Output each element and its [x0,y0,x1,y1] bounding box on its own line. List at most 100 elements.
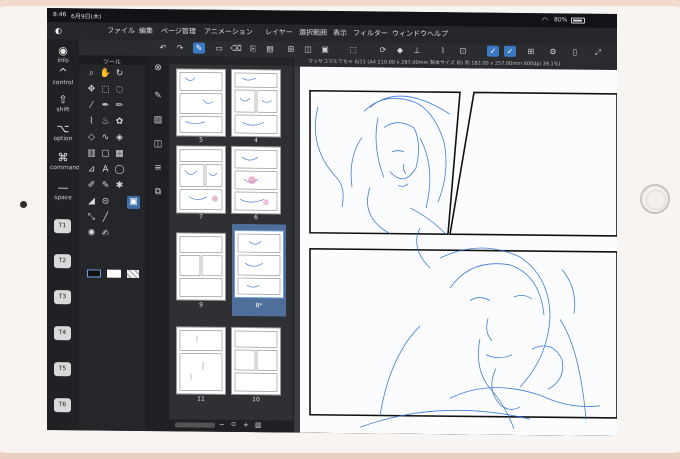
snap-ruler-icon[interactable]: ✓ [487,45,499,57]
zoom-in-button[interactable]: + [243,421,249,429]
snap-special-icon[interactable]: ✓ [504,45,516,57]
page-thumb-10[interactable] [232,327,280,395]
expand-icon[interactable]: ⤢ [592,47,604,58]
brush-panel-icon[interactable]: ✎ [152,90,164,102]
copy-icon[interactable]: ⎘ [247,43,259,54]
info-key[interactable]: ◉ info [50,44,76,64]
clear-icon[interactable]: ⌫ [230,43,242,54]
manga-page-canvas[interactable] [300,66,617,436]
transparent-color-swatch[interactable] [127,269,139,278]
fill-tool-icon[interactable]: ◈ [113,132,126,145]
correct-line-tool-icon[interactable]: ✐ [85,179,98,192]
menu-edit[interactable]: 編集 [139,26,153,36]
custom-key-t1[interactable]: T1 [54,219,71,234]
gradient-tool-icon[interactable]: ▥ [85,147,98,160]
move-tool-icon[interactable]: ✥ [85,83,98,96]
text-tool-icon[interactable]: A [99,164,112,177]
invert-selection-icon[interactable]: ▣ [319,44,331,55]
custom-key-t2[interactable]: T2 [54,254,71,269]
paste-icon[interactable]: ▤ [264,43,276,54]
canvas-area: マッサコマルでちゃ 6/11 (A4 210.00 x 297.00mm 製本サ… [294,57,617,436]
option-key[interactable]: ⌥ option [50,122,76,142]
thumbnail-size-slider[interactable] [175,422,215,428]
eyedropper-tool-icon[interactable]: ⁄ [85,99,98,112]
airbrush-tool-icon[interactable]: ♨ [99,116,112,129]
balloon-tool-icon[interactable]: ◯ [113,164,126,177]
decoration-tool-icon[interactable]: ✿ [113,116,126,129]
custom-key-t3[interactable]: T3 [54,290,71,305]
page-thumb-5[interactable] [177,69,225,136]
app-logo-icon[interactable]: ◐ [55,26,62,35]
eraser-tool-icon[interactable]: ◇ [85,131,98,144]
history-panel-icon[interactable]: ⧉ [152,186,164,198]
ruler-icon[interactable]: ⊥ [411,45,423,56]
figure-select-tool-icon[interactable]: ▣ [127,195,140,209]
redo-icon[interactable]: ↷ [174,42,186,53]
page-thumb-9[interactable] [177,233,225,300]
menu-help[interactable]: ヘルプ [427,29,448,39]
device-icon[interactable]: ▯ [569,46,581,57]
sub-pen-tool-icon[interactable]: ✎ [99,180,112,193]
menu-filter[interactable]: フィルター [353,28,388,38]
frame-tool-icon[interactable]: ▦ [113,148,126,161]
menu-file[interactable]: ファイル [107,26,135,36]
snap-grid-icon[interactable]: ⊞ [525,46,537,57]
zoom-out-button[interactable]: − [219,421,225,429]
select-tool-icon[interactable]: ⬚ [99,84,112,97]
fill-icon[interactable]: ◆ [394,45,406,56]
command-key[interactable]: ⌘ command [50,151,80,171]
grid-icon[interactable]: ⊡ [457,45,469,56]
pen-small-tool-icon[interactable]: ✍ [99,228,112,241]
space-key[interactable]: — space [50,181,76,201]
rotate-icon[interactable]: ⟳ [377,44,389,55]
pen-tool-icon[interactable]: ✒ [99,100,112,113]
airbrush-small-tool-icon[interactable]: ✺ [85,227,98,240]
property-panel-icon[interactable]: ≡ [152,162,164,174]
page-thumb-8[interactable] [235,230,283,298]
figure-tool-icon[interactable]: ▢ [99,148,112,161]
brush-tool-icon[interactable]: ⌇ [85,115,98,128]
close-panel-icon[interactable]: ⊗ [152,62,164,74]
hand-tool-icon[interactable]: ✋ [99,68,112,81]
layer-panel-icon[interactable]: ◫ [152,138,164,150]
menu-layer[interactable]: レイヤー [265,27,293,37]
material-panel-icon[interactable]: ▨ [152,114,164,126]
ruler-tool-icon[interactable]: ⊿ [85,163,98,176]
page-thumb-4[interactable] [232,69,280,137]
page-settings-icon[interactable]: ▥ [255,421,262,429]
layer-move-tool-icon[interactable]: ⤡ [85,211,98,224]
shift-key[interactable]: ⇧ shift [50,93,76,113]
star-tool-icon[interactable]: ✱ [113,180,126,193]
blend-tool-icon[interactable]: ∿ [99,132,112,145]
menu-window[interactable]: ウィンドウ [392,29,427,39]
menu-selection[interactable]: 選択範囲 [299,28,327,38]
page-thumb-11[interactable] [177,327,225,394]
lasso-tool-icon[interactable]: ◌ [113,84,126,97]
menu-page[interactable]: ページ管理 [161,26,196,36]
undo-icon[interactable]: ↶ [157,42,169,53]
control-key[interactable]: ^ control [50,66,76,86]
pen-mode-icon[interactable]: ✎ [193,42,205,54]
menu-animation[interactable]: アニメーション [204,27,253,38]
pencil-tool-icon[interactable]: ✏ [113,100,126,113]
home-button[interactable] [640,184,670,214]
custom-key-t4[interactable]: T4 [54,326,71,341]
select-all-icon[interactable]: ⬚ [347,44,359,55]
brush-small-tool-icon[interactable]: ╱ [99,212,112,225]
zoom-tool-icon[interactable]: ⌕ [85,67,98,80]
fill-bucket-tool-icon[interactable]: ◢ [85,195,98,208]
lasso-fill-tool-icon[interactable]: ⊝ [99,196,112,209]
main-color-swatch[interactable] [87,269,101,278]
deselect-icon[interactable]: ◫ [302,44,314,55]
snap-icon[interactable]: ⌇ [437,45,449,56]
transform-icon[interactable]: ⊞ [285,43,297,54]
custom-key-t6[interactable]: T6 [54,398,71,413]
page-thumb-6[interactable] [232,146,280,214]
custom-key-t5[interactable]: T5 [54,362,71,377]
menu-view[interactable]: 表示 [333,28,347,38]
sub-color-swatch[interactable] [107,269,121,278]
page-thumb-7[interactable] [177,146,225,213]
settings-icon[interactable]: ⚙ [547,46,559,57]
new-layer-icon[interactable]: ▭ [213,43,225,54]
rotate-tool-icon[interactable]: ↻ [113,68,126,81]
